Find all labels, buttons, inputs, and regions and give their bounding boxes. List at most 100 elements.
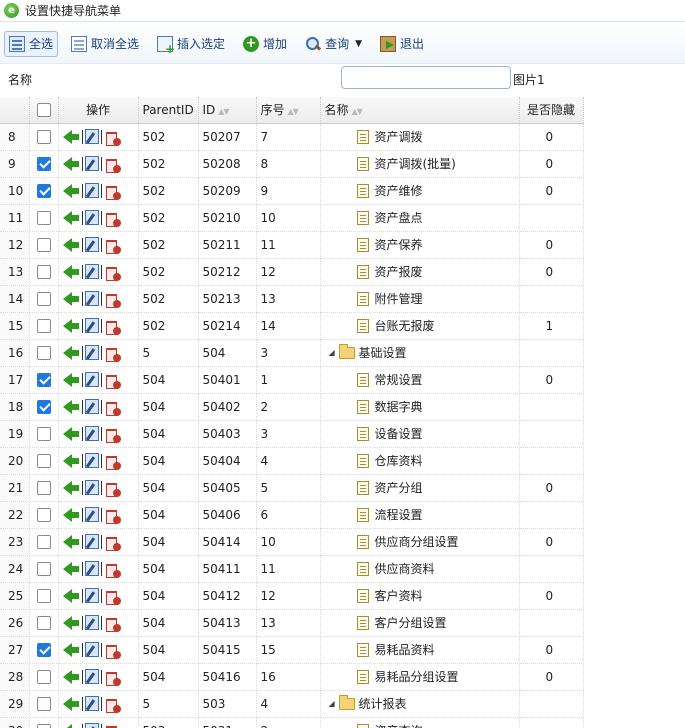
order-header[interactable]: 序号 ▲▼ (256, 97, 321, 124)
row-select-cell[interactable] (29, 339, 59, 367)
delete-icon[interactable] (104, 480, 121, 497)
table-row[interactable]: 9 502 50208 8 资产调拨(批量) 0 (0, 150, 584, 178)
edit-icon[interactable] (84, 696, 99, 711)
table-row[interactable]: 17 504 50401 1 常规设置 0 (0, 366, 584, 394)
edit-icon[interactable] (84, 345, 99, 360)
table-row[interactable]: 26 504 50413 13 客户分组设置 (0, 609, 584, 637)
back-arrow-icon[interactable] (62, 642, 79, 657)
row-checkbox[interactable] (36, 399, 51, 414)
edit-icon[interactable] (84, 480, 99, 495)
back-arrow-icon[interactable] (62, 453, 79, 468)
back-arrow-icon[interactable] (62, 318, 79, 333)
row-checkbox[interactable] (36, 588, 51, 603)
row-checkbox[interactable] (36, 129, 51, 144)
edit-icon[interactable] (84, 318, 99, 333)
delete-icon[interactable] (104, 534, 121, 551)
back-arrow-icon[interactable] (62, 696, 79, 711)
edit-icon[interactable] (84, 507, 99, 522)
row-checkbox[interactable] (36, 318, 51, 333)
row-select-cell[interactable] (29, 555, 59, 583)
edit-icon[interactable] (84, 183, 99, 198)
row-checkbox[interactable] (36, 426, 51, 441)
table-row[interactable]: 16 5 504 3 ◢ 基础设置 (0, 339, 584, 367)
table-row[interactable]: 8 502 50207 7 资产调拨 0 (0, 123, 584, 151)
table-row[interactable]: 11 502 50210 10 资产盘点 (0, 204, 584, 232)
table-row[interactable]: 30 503 5031 2 资产查询 (0, 717, 584, 728)
edit-icon[interactable] (84, 264, 99, 279)
id-header[interactable]: ID ▲▼ (198, 97, 257, 124)
edit-icon[interactable] (84, 534, 99, 549)
row-checkbox[interactable] (36, 696, 51, 711)
edit-icon[interactable] (84, 210, 99, 225)
row-select-cell[interactable] (29, 393, 59, 421)
header-checkbox[interactable] (36, 103, 51, 117)
edit-icon[interactable] (84, 642, 99, 657)
back-arrow-icon[interactable] (62, 210, 79, 225)
back-arrow-icon[interactable] (62, 264, 79, 279)
table-row[interactable]: 29 5 503 4 ◢ 统计报表 (0, 690, 584, 718)
back-arrow-icon[interactable] (62, 534, 79, 549)
delete-icon[interactable] (104, 129, 121, 146)
back-arrow-icon[interactable] (62, 183, 79, 198)
delete-icon[interactable] (104, 588, 121, 605)
delete-icon[interactable] (104, 453, 121, 470)
delete-icon[interactable] (104, 723, 118, 728)
delete-icon[interactable] (104, 372, 121, 389)
back-arrow-icon[interactable] (62, 399, 79, 414)
row-checkbox[interactable] (36, 237, 51, 252)
delete-icon[interactable] (104, 507, 121, 524)
back-arrow-icon[interactable] (62, 345, 79, 360)
delete-icon[interactable] (104, 210, 121, 227)
table-row[interactable]: 21 504 50405 5 资产分组 0 (0, 474, 584, 502)
edit-icon[interactable] (84, 561, 99, 576)
delete-icon[interactable] (104, 264, 121, 281)
table-row[interactable]: 13 502 50212 12 资产报废 0 (0, 258, 584, 286)
edit-icon[interactable] (84, 723, 99, 728)
row-checkbox[interactable] (36, 453, 51, 468)
search-input[interactable] (341, 66, 511, 89)
row-select-cell[interactable] (29, 501, 59, 529)
back-arrow-icon[interactable] (62, 561, 79, 576)
edit-icon[interactable] (84, 669, 99, 684)
row-select-cell[interactable] (29, 717, 59, 728)
exit-button[interactable]: 退出 (375, 31, 429, 57)
row-checkbox[interactable] (36, 183, 51, 198)
row-select-cell[interactable] (29, 204, 59, 232)
row-checkbox[interactable] (36, 480, 51, 495)
edit-icon[interactable] (84, 426, 99, 441)
table-row[interactable]: 25 504 50412 12 客户资料 0 (0, 582, 584, 610)
back-arrow-icon[interactable] (62, 291, 79, 306)
back-arrow-icon[interactable] (62, 129, 79, 144)
back-arrow-icon[interactable] (62, 156, 79, 171)
expand-toggle-icon[interactable]: ◢ (329, 699, 339, 708)
table-row[interactable]: 22 504 50406 6 流程设置 (0, 501, 584, 529)
back-arrow-icon[interactable] (62, 669, 79, 684)
edit-icon[interactable] (84, 237, 99, 252)
insert-selected-button[interactable]: 插入选定 (152, 31, 230, 57)
row-checkbox[interactable] (36, 210, 51, 225)
delete-icon[interactable] (104, 345, 121, 362)
row-select-cell[interactable] (29, 231, 59, 259)
deselect-all-button[interactable]: 取消全选 (66, 31, 144, 57)
edit-icon[interactable] (84, 399, 99, 414)
edit-icon[interactable] (84, 615, 99, 630)
row-checkbox[interactable] (36, 264, 51, 279)
row-checkbox[interactable] (36, 372, 51, 387)
query-button[interactable]: 查询 ▼ (300, 31, 367, 57)
back-arrow-icon[interactable] (62, 723, 79, 728)
row-select-cell[interactable] (29, 582, 59, 610)
delete-icon[interactable] (104, 561, 121, 578)
row-checkbox[interactable] (36, 507, 51, 522)
row-select-cell[interactable] (29, 285, 59, 313)
table-row[interactable]: 20 504 50404 4 仓库资料 (0, 447, 584, 475)
edit-icon[interactable] (84, 372, 99, 387)
table-row[interactable]: 12 502 50211 11 资产保养 0 (0, 231, 584, 259)
edit-icon[interactable] (84, 129, 99, 144)
delete-icon[interactable] (104, 156, 121, 173)
row-checkbox[interactable] (36, 345, 51, 360)
expand-toggle-icon[interactable]: ◢ (329, 348, 339, 357)
name-header[interactable]: 名称 ▲▼ (320, 97, 520, 124)
chevron-down-icon[interactable]: ▼ (355, 39, 362, 49)
table-row[interactable]: 15 502 50214 14 台账无报废 1 (0, 312, 584, 340)
row-checkbox[interactable] (36, 291, 51, 306)
